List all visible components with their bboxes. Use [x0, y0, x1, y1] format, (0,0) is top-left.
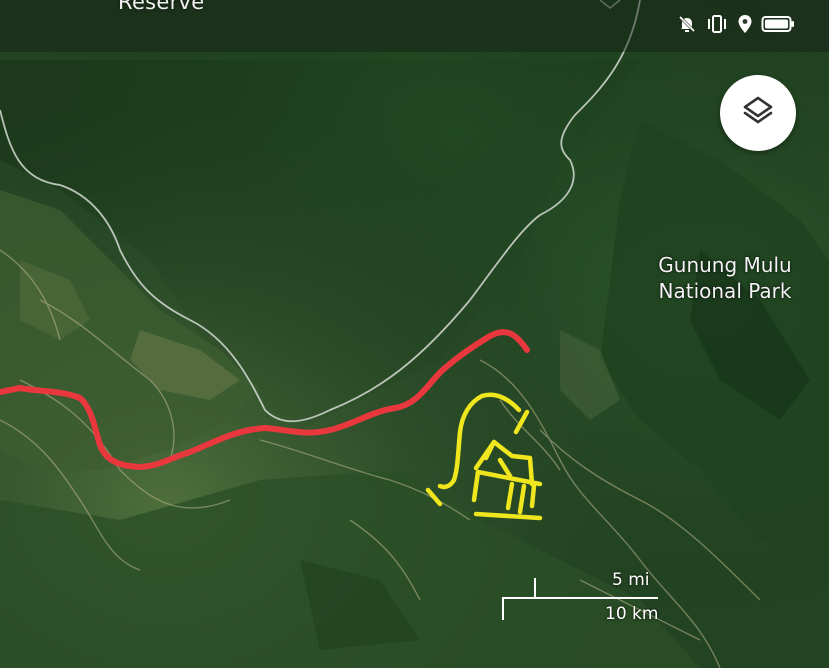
- status-bar: Reserve: [0, 0, 829, 52]
- scale-km-label: 10 km: [605, 604, 659, 624]
- place-label-line1: Gunung Mulu: [658, 253, 792, 277]
- notifications-off-icon: [677, 14, 697, 39]
- layers-icon: [740, 93, 776, 134]
- map-layers-button[interactable]: [720, 75, 796, 151]
- location-icon: [737, 14, 753, 39]
- place-label-gunung-mulu[interactable]: Gunung Mulu National Park: [640, 252, 810, 304]
- status-icons: [677, 14, 795, 38]
- vibrate-icon: [705, 14, 729, 39]
- satellite-map[interactable]: [0, 0, 829, 668]
- reserve-label: Reserve: [118, 0, 205, 14]
- map-screen[interactable]: Reserve Gunung Mulu National Park 5 mi 1…: [0, 0, 829, 668]
- place-label-line2: National Park: [658, 279, 792, 303]
- battery-icon: [761, 14, 795, 39]
- scale-miles-label: 5 mi: [612, 570, 650, 590]
